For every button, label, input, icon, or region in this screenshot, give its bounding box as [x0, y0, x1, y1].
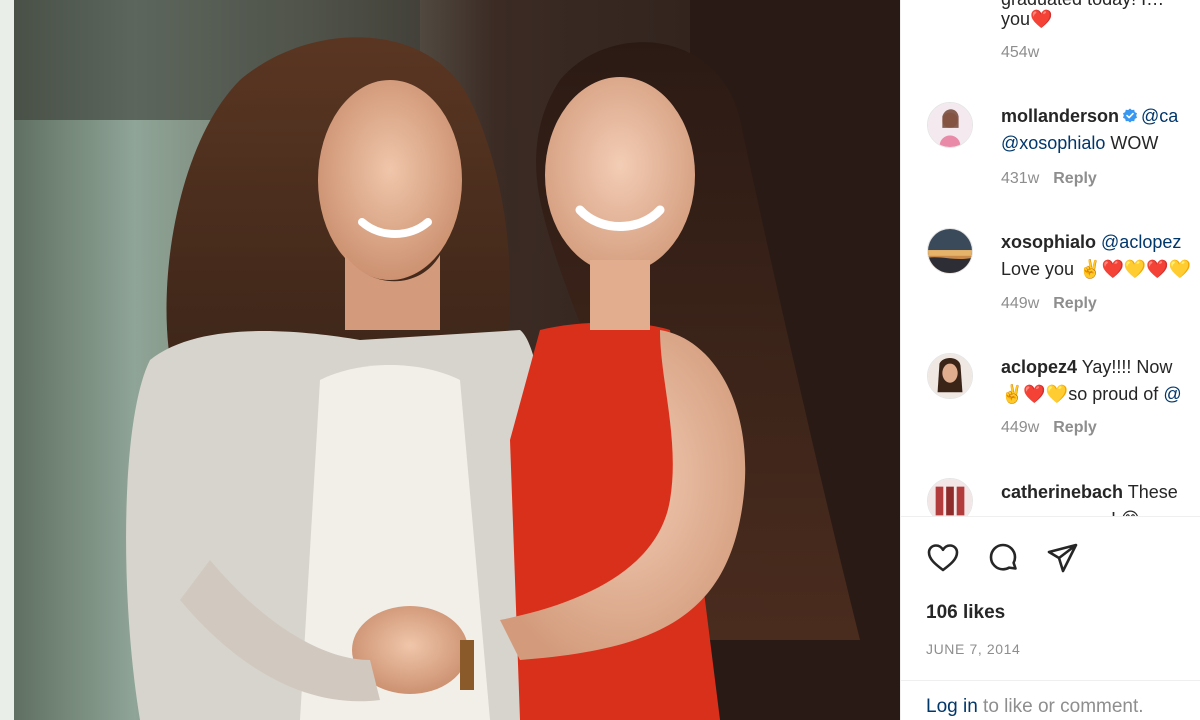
comment-bubble-icon — [989, 543, 1017, 571]
comment-body: ✌️❤️💛so proud of — [1001, 384, 1164, 404]
verified-badge-icon — [1122, 105, 1138, 123]
divider — [901, 680, 1200, 681]
comment-body: These — [1123, 482, 1178, 502]
avatar[interactable] — [927, 353, 973, 399]
comment-time[interactable]: 449w — [1001, 419, 1039, 436]
heart-icon — [927, 544, 959, 572]
like-count[interactable]: 106 likes — [926, 602, 1005, 624]
comment-username[interactable]: xosophialo — [1001, 232, 1096, 252]
paper-plane-icon — [1047, 543, 1078, 573]
comment-text: Love you ✌️❤️💛❤️💛 — [1001, 256, 1200, 282]
comment-line: you❤️ — [1001, 9, 1053, 29]
comment-username[interactable]: aclopez4 — [1001, 357, 1077, 377]
post-image — [0, 0, 900, 720]
comment-mention[interactable]: @aclopez — [1101, 232, 1181, 252]
comment-meta: 449w Reply — [1001, 419, 1097, 437]
comment-meta: 454w — [1001, 44, 1039, 62]
comment-text: catherinebach These — [1001, 479, 1200, 505]
reply-button[interactable]: Reply — [1053, 295, 1097, 312]
comment-text: aclopez4 Yay!!!! Now — [1001, 354, 1200, 380]
comment-list[interactable]: graduated today! I… you❤️ 454w mollander… — [901, 0, 1200, 516]
post-photo — [0, 0, 900, 720]
comment-text: you❤️ — [1001, 6, 1200, 32]
comment-mention[interactable]: @ — [1163, 384, 1181, 404]
comment-text: mollanderson @ca — [1001, 103, 1200, 129]
comment-body: WOW — [1105, 133, 1159, 153]
comment-mention[interactable]: @xosophialo — [1001, 133, 1105, 153]
comment-meta: 431w Reply — [1001, 170, 1097, 188]
comments-panel: graduated today! I… you❤️ 454w mollander… — [900, 0, 1200, 720]
comment-username[interactable]: catherinebach — [1001, 482, 1123, 502]
comment-text: … … … … …! 😊 — [1001, 506, 1200, 516]
comment-text: xosophialo @aclopez — [1001, 229, 1200, 255]
login-prompt: Log in to like or comment. — [926, 696, 1144, 718]
reply-button[interactable]: Reply — [1053, 170, 1097, 187]
avatar[interactable] — [927, 102, 973, 148]
comment-body: Yay!!!! Now — [1077, 357, 1173, 377]
comment-text: @xosophialo WOW — [1001, 130, 1200, 156]
comment-text: ✌️❤️💛so proud of @ — [1001, 381, 1200, 407]
reply-button[interactable]: Reply — [1053, 419, 1097, 436]
avatar[interactable] — [927, 478, 973, 516]
post-date[interactable]: JUNE 7, 2014 — [926, 641, 1020, 657]
login-link[interactable]: Log in — [926, 696, 978, 717]
comment-meta: 449w Reply — [1001, 295, 1097, 313]
comment-time[interactable]: 454w — [1001, 44, 1039, 61]
comment-mention[interactable]: @ca — [1141, 106, 1178, 126]
comment-body: … … … … …! 😊 — [1001, 509, 1140, 516]
login-prompt-text: to like or comment. — [977, 696, 1144, 717]
divider — [901, 516, 1200, 517]
comment-body: Love you ✌️❤️💛❤️💛 — [1001, 259, 1192, 279]
comment-time[interactable]: 449w — [1001, 295, 1039, 312]
comment-button[interactable] — [985, 540, 1021, 576]
avatar[interactable] — [927, 228, 973, 274]
comment-time[interactable]: 431w — [1001, 170, 1039, 187]
like-button[interactable] — [925, 540, 961, 576]
share-button[interactable] — [1045, 540, 1081, 576]
comment-username[interactable]: mollanderson — [1001, 106, 1119, 126]
